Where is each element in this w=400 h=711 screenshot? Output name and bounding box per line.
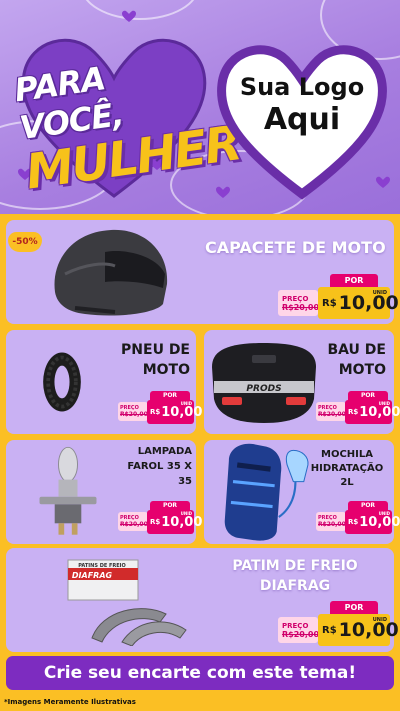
- por-label: POR: [150, 391, 190, 400]
- product-name: MOCHILA HIDRATAÇÃO 2L: [306, 448, 388, 490]
- old-price-box: PREÇO R$20,00: [316, 402, 346, 421]
- cta-banner[interactable]: Crie seu encarte com este tema!: [6, 656, 394, 690]
- product-name-line3: 2L: [340, 477, 354, 488]
- product-name-line1: LAMPADA: [137, 446, 192, 457]
- brake-pads-icon: PATINS DE FREIO DIAFRAG: [67, 559, 187, 646]
- unit-label: UNID: [180, 401, 192, 406]
- old-price-box: PREÇO R$20,00: [278, 617, 320, 643]
- new-price-box: R$ 10,00 UNID: [345, 510, 400, 534]
- header-banner: PARA VOCÊ, MULHER Sua Logo Aqui: [0, 0, 400, 214]
- product-name-line1: PATIM DE FREIO: [232, 558, 358, 574]
- logo-text-line1: Sua Logo: [239, 73, 365, 101]
- product-name-line2: FAROL 35 X: [127, 461, 192, 472]
- old-price-value: R$20,00: [120, 521, 148, 528]
- old-price-label: PREÇO: [282, 621, 309, 630]
- old-price-value: R$20,00: [282, 629, 320, 639]
- unit-label: UNID: [378, 401, 390, 406]
- old-price-value: R$20,00: [318, 411, 346, 418]
- box-label: PATINS DE FREIO: [78, 563, 126, 569]
- product-name-line2: DIAFRAG: [259, 578, 331, 594]
- old-price-label: PREÇO: [282, 294, 309, 303]
- product-name-line1: MOCHILA: [321, 449, 373, 460]
- case-brand-label: PRODS: [246, 384, 281, 394]
- new-price-value: 10,00: [359, 404, 400, 420]
- bulb-icon: [39, 446, 97, 535]
- product-name-line1: PNEU DE: [121, 342, 190, 358]
- box-brand: DIAFRAG: [72, 571, 113, 580]
- tire-icon: [43, 352, 81, 412]
- old-price-box: PREÇO R$20,00: [118, 512, 148, 531]
- product-name: CAPACETE DE MOTO: [205, 238, 386, 257]
- new-price-box: R$ 10,00 UNID: [147, 400, 202, 424]
- old-price-box: PREÇO R$20,00: [278, 290, 320, 316]
- product-name-line1: BAU DE: [327, 342, 386, 358]
- new-price-box: R$ 10,00 UNID: [318, 614, 399, 646]
- decorative-swirl: [80, 0, 200, 20]
- product-name: LAMPADA FAROL 35 X 35: [108, 444, 192, 489]
- new-price-box: R$ 10,00 UNID: [147, 510, 202, 534]
- headline: PARA VOCÊ, MULHER: [12, 45, 243, 200]
- product-name: PNEU DE MOTO: [100, 340, 190, 380]
- backpack-icon: [224, 443, 309, 541]
- new-price-value: 10,00: [161, 514, 203, 530]
- logo-text-line2: Aqui: [263, 102, 341, 137]
- currency-label: R$: [150, 408, 161, 416]
- new-price-value: 10,00: [338, 292, 399, 314]
- product-name-line2: MOTO: [142, 362, 190, 378]
- logo-placeholder: Sua Logo Aqui: [212, 72, 392, 138]
- currency-label: R$: [322, 624, 337, 636]
- old-price-box: PREÇO R$20,00: [118, 402, 148, 421]
- currency-label: R$: [150, 518, 161, 526]
- old-price-value: R$20,00: [120, 411, 148, 418]
- por-label: POR: [150, 501, 190, 510]
- product-name-line2: HIDRATAÇÃO: [310, 463, 384, 474]
- currency-label: R$: [348, 408, 359, 416]
- new-price-value: 10,00: [161, 404, 203, 420]
- new-price-box: R$ 10,00 UNID: [318, 287, 399, 319]
- currency-label: R$: [348, 518, 359, 526]
- unit-label: UNID: [372, 617, 387, 623]
- new-price-box: R$ 10,00 UNID: [345, 400, 400, 424]
- por-label: POR: [330, 601, 378, 614]
- helmet-icon: [54, 229, 168, 316]
- unit-label: UNID: [378, 511, 390, 516]
- old-price-value: R$20,00: [318, 521, 346, 528]
- product-name: BAU DE MOTO: [300, 340, 386, 380]
- por-label: POR: [348, 391, 388, 400]
- por-label: POR: [348, 501, 388, 510]
- unit-label: UNID: [180, 511, 192, 516]
- new-price-value: 10,00: [359, 514, 400, 530]
- product-name: PATIM DE FREIO DIAFRAG: [200, 556, 390, 596]
- new-price-value: 10,00: [338, 619, 399, 641]
- small-heart-icon: [122, 10, 136, 22]
- currency-label: R$: [322, 297, 337, 309]
- unit-label: UNID: [372, 290, 387, 296]
- old-price-box: PREÇO R$20,00: [316, 512, 346, 531]
- discount-badge: -50%: [8, 232, 42, 252]
- product-name-line3: 35: [178, 476, 192, 487]
- por-label: POR: [330, 274, 378, 287]
- product-name-line2: MOTO: [338, 362, 386, 378]
- old-price-value: R$20,00: [282, 302, 320, 312]
- footnote: *Imagens Meramente Ilustrativas: [4, 698, 136, 706]
